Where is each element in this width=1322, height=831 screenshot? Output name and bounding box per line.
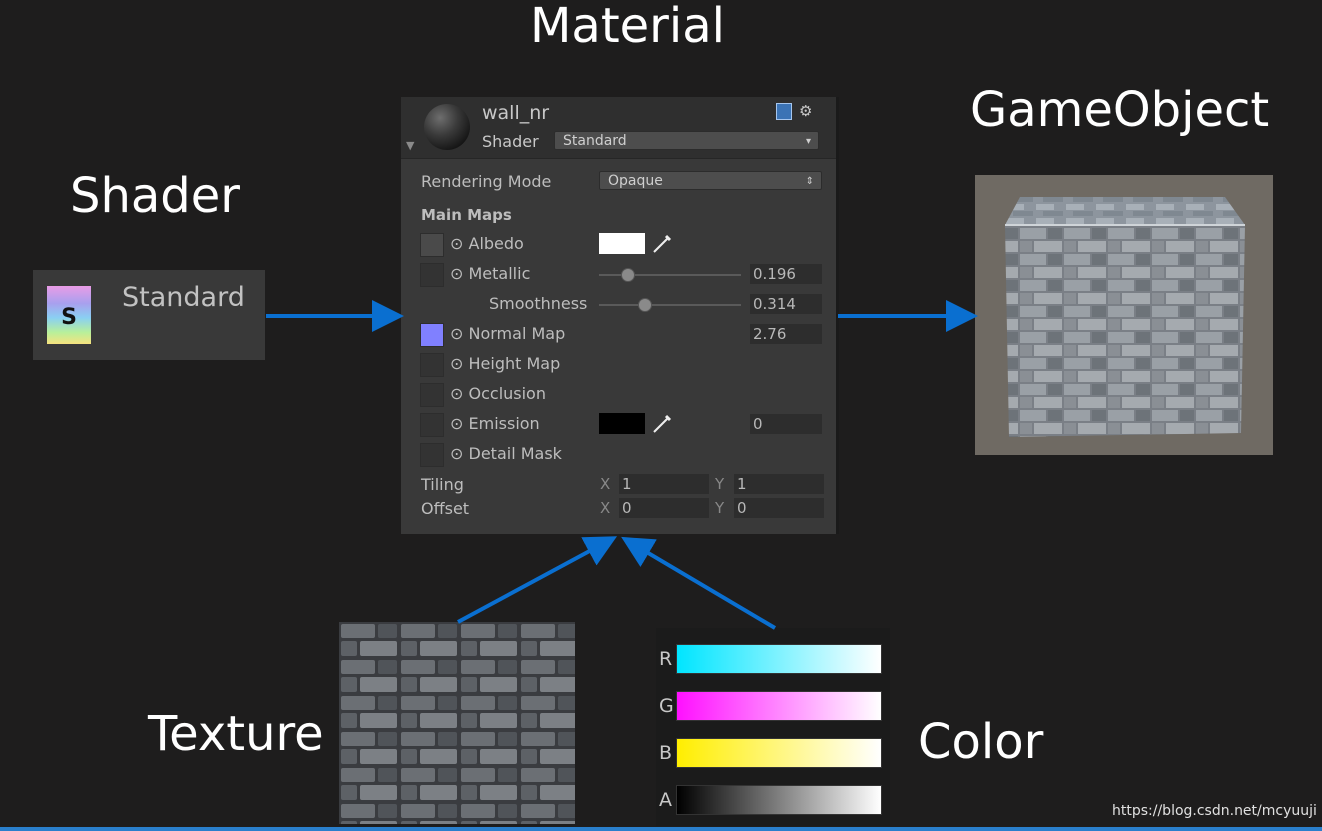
watermark-url: https://blog.csdn.net/mcyuuji (1112, 803, 1317, 819)
texture-to-material-arrow (457, 536, 618, 624)
bottom-accent-line (0, 827, 1322, 831)
color-to-material-arrow (621, 536, 777, 630)
arrows-overlay (266, 300, 978, 630)
